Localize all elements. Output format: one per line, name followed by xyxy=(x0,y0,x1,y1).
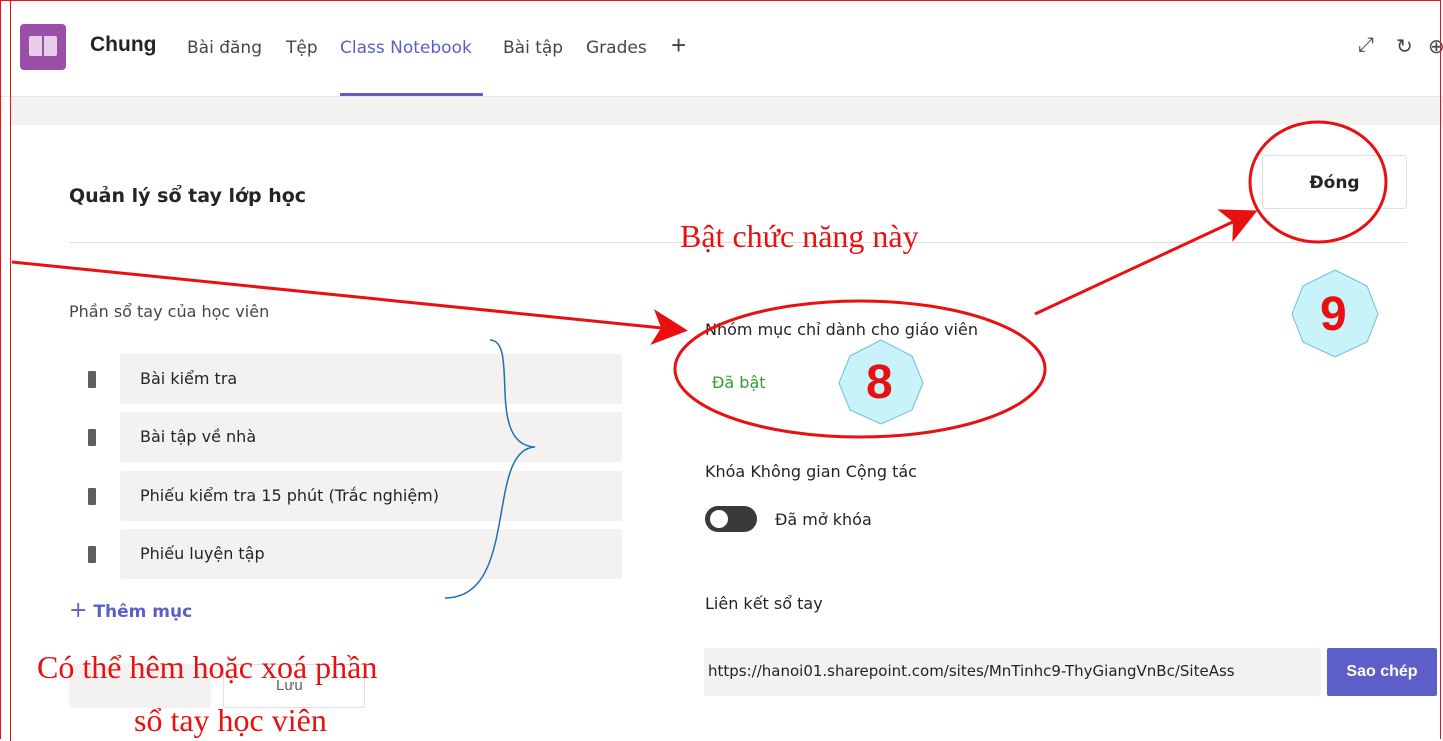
badge-9: 9 xyxy=(1320,288,1347,341)
annotation-frame-edge xyxy=(10,0,11,741)
annotation-arrow xyxy=(11,260,688,345)
annotation-enable-note: Bật chức năng này xyxy=(680,218,919,254)
brace-annotation xyxy=(444,339,536,599)
annotation-circle xyxy=(1248,120,1388,244)
annotation-sections-note-1: Có thể hêm hoặc xoá phần xyxy=(37,649,378,685)
annotation-arrow xyxy=(1034,209,1258,316)
annotation-overlay xyxy=(11,120,1388,599)
annotation-sections-note-2: sổ tay học viên xyxy=(134,702,327,738)
badge-8: 8 xyxy=(866,356,893,409)
